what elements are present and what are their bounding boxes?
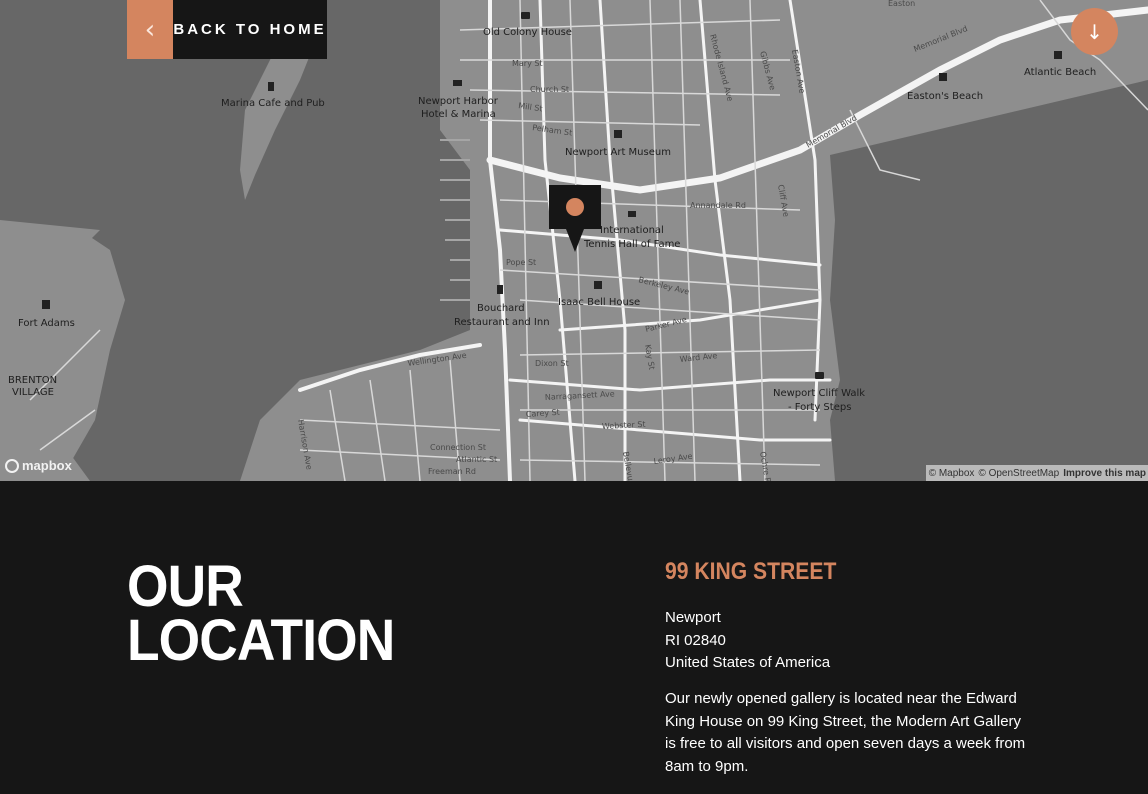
castle-icon	[42, 300, 50, 309]
street-address: 99 KING STREET	[665, 558, 837, 585]
mapbox-logo-icon	[5, 458, 19, 473]
address-zip: RI 02840	[665, 631, 726, 649]
street-label: Rhode Island Ave	[708, 33, 735, 102]
map-label-village: VILLAGE	[12, 387, 54, 398]
street-label: Pope St	[506, 258, 536, 267]
map-label-harbor-hotel-2: Hotel & Marina	[421, 109, 496, 120]
map-label-art-museum: Newport Art Museum	[565, 147, 671, 158]
beach-icon	[939, 73, 947, 81]
map-label-isaac-bell: Isaac Bell House	[558, 297, 640, 308]
map-label-tennis: International	[600, 225, 664, 236]
street-label: Memorial Blvd	[805, 113, 859, 149]
ocean-water	[830, 80, 1148, 481]
map[interactable]: Old Colony House Marina Cafe and Pub New…	[0, 0, 1148, 481]
attribution-osm-link[interactable]: © OpenStreetMap	[978, 468, 1059, 479]
arrow-down-icon: ↓	[1086, 19, 1103, 44]
street-label: Mary St	[512, 59, 543, 68]
street-label: Memorial Blvd	[912, 24, 968, 54]
book-icon	[628, 211, 636, 217]
street-label: Berkeley Ave	[638, 275, 691, 296]
chevron-left-icon: ‹	[127, 0, 173, 59]
map-label-bouchard: Bouchard	[477, 303, 525, 314]
map-label-harbor-hotel: Newport Harbor	[418, 96, 499, 107]
street-label: Easton Ave	[790, 49, 807, 94]
street-label: Ochre Pt	[758, 451, 773, 481]
mapbox-logo-text: mapbox	[22, 458, 72, 473]
heading-line-1: OUR	[127, 554, 244, 619]
street-label: Atlantic St	[456, 455, 497, 464]
map-label-brenton: BRENTON	[8, 375, 57, 386]
museum-icon	[614, 130, 622, 138]
street-label: Narragansett Ave	[545, 389, 615, 402]
camera-icon	[815, 372, 824, 379]
museum-icon	[594, 281, 602, 289]
map-label-cliff-walk: Newport Cliff Walk	[773, 388, 865, 399]
hotel-icon	[453, 80, 462, 86]
scroll-down-button[interactable]: ↓	[1071, 8, 1118, 55]
street-label: Mill St	[518, 101, 543, 113]
map-label-marina-cafe: Marina Cafe and Pub	[221, 98, 325, 109]
address-city: Newport	[665, 609, 721, 626]
map-label-tennis-2: Tennis Hall of Fame	[583, 239, 680, 250]
street-label: Connection St	[430, 443, 486, 452]
location-section: OUR LOCATION 99 KING STREET Newport RI 0…	[0, 481, 1148, 794]
attribution-mapbox-link[interactable]: © Mapbox	[929, 468, 975, 479]
location-description: Our newly opened gallery is located near…	[665, 690, 1026, 775]
map-label-bouchard-2: Restaurant and Inn	[454, 317, 550, 328]
heading-line-2: LOCATION	[127, 608, 395, 673]
map-canvas[interactable]: Old Colony House Marina Cafe and Pub New…	[0, 0, 1148, 481]
back-to-home-label: BACK TO HOME	[173, 0, 327, 59]
street-label: Cliff Ave	[776, 184, 791, 218]
street-label: Pelham St	[532, 123, 573, 138]
section-heading: OUR LOCATION	[127, 554, 395, 673]
street-label: Freeman Rd	[428, 467, 476, 476]
back-to-home-button[interactable]: ‹ BACK TO HOME	[127, 0, 327, 59]
street-label: Parker Ave	[644, 315, 687, 334]
camera-icon	[521, 12, 530, 19]
beach-icon	[1054, 51, 1062, 59]
map-label-atlantic-beach: Atlantic Beach	[1024, 67, 1096, 78]
street-label: Leroy Ave	[653, 452, 693, 466]
address-country: United States of America	[665, 654, 831, 671]
map-label-forty-steps: - Forty Steps	[788, 402, 851, 413]
street-label: Easton	[888, 0, 915, 8]
map-attribution: © Mapbox © OpenStreetMap Improve this ma…	[925, 465, 1148, 481]
map-label-eastons-beach: Easton's Beach	[907, 91, 983, 102]
street-label: Kay St	[643, 344, 656, 371]
street-label: Annandale Rd	[690, 201, 746, 210]
restaurant-icon	[268, 82, 274, 91]
street-label: Ward Ave	[679, 351, 718, 364]
address-block: Newport RI 02840 United States of Americ…	[665, 607, 830, 675]
map-label-old-colony: Old Colony House	[483, 27, 572, 38]
street-label: Carey St	[526, 408, 561, 419]
street-label: Church St	[530, 85, 569, 94]
mapbox-logo[interactable]: mapbox	[5, 458, 72, 473]
restaurant-icon	[497, 285, 503, 294]
street-label: Dixon St	[535, 359, 569, 368]
street-label: Gibbs Ave	[758, 50, 777, 91]
street-label: Bellevue	[621, 451, 636, 481]
map-label-fort-adams: Fort Adams	[18, 318, 75, 329]
improve-map-link[interactable]: Improve this map	[1063, 468, 1146, 479]
